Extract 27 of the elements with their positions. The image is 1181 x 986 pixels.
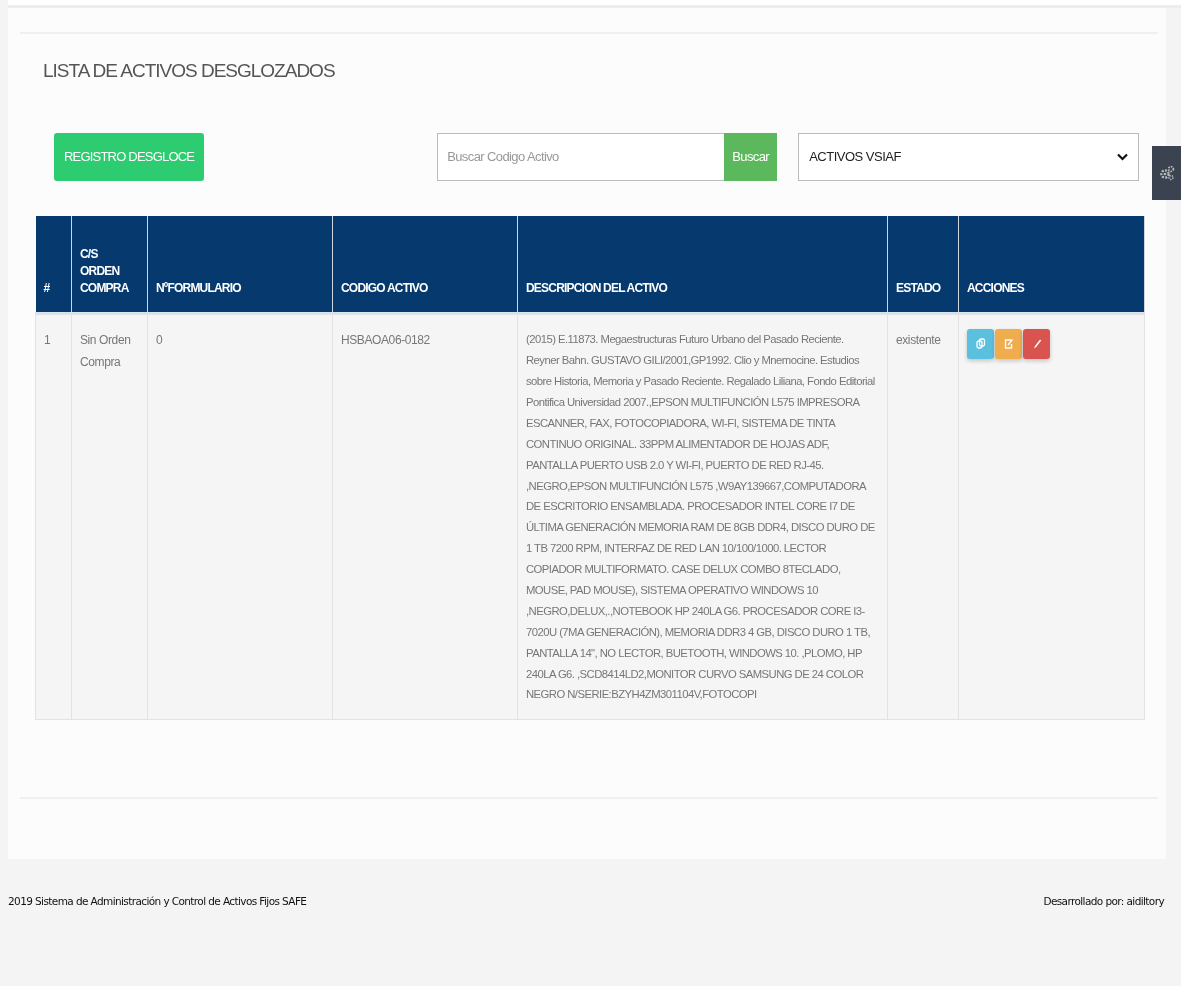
edit-button[interactable] (995, 329, 1022, 360)
table-cell: HSBAOA06-0182 (341, 333, 430, 348)
filter-select[interactable]: ACTIVOS VSIAF (798, 132, 1140, 181)
table-cell: Sin Orden Compra (80, 333, 131, 370)
settings-button[interactable] (1152, 146, 1181, 200)
table-cell: 1 (44, 333, 51, 348)
edit-icon (1002, 338, 1015, 351)
footer-text: 2019 Sistema de Administración y Control de Activos Fijos SAFE (8, 894, 307, 909)
table-cell: (2015) E.11873. Megaestructuras Futuro Urbano del Pasado Reciente. Reyner Bahn. GUSTAVO GILI/2001,GP1992. Clio y Mnemocine. Estudios sobre Historia, Memoria y Pasado Reciente. Regalado Liliana, Fondo Editorial Pontifica Universidad 2007.,EPSON MULTIFUNCIÓN L575 IMPRESORA ESCANNER, FAX, FOTOCOPIADORA, WI-FI, SISTEMA DE TINTA CONTINUO ORIGINAL. 33PPM ALIMENTADOR DE HOJAS ADF, PANTALLA PUERTO USB 2.0 Y WI-FI, PUERTO DE RED RJ-45. ,NEGRO,EPSON MULTIFUNCIÓN L575 ,W9AY139667,COMPUTADORA DE ESCRITORIO ENSAMBLADA. PROCESADOR INTEL CORE I7 DE ÚLTIMA GENERACIÓN MEMORIA RAM DE 8GB DDR4, DISCO DURO DE 1 TB 7200 RPM, INTERFAZ DE RED LAN 10/100/1000. LECTOR COPIADOR MULTIFORMATO. CASE DELUX COMBO 8TECLADO, MOUSE, PAD MOUSE), SISTEMA OPERATIVO WINDOWS 10 ,NEGRO,DELUX,.,NOTEBOOK HP 240LA G6. PROCESADOR CORE I3-7020U (7MA GENERACIÓN), MEMORIA DDR3 4 GB, DISCO DURO 1 TB, PANTALLA 14", NO LECTOR, BUETOOTH, WINDOWS 10. ,PLOMO, HP 240LA G6. ,SCD8414LD2,MONITOR CURVO SAMSUNG DE 24 COLOR NEGRO N/SERIE:BZYH4ZM301104V,FOTOCOPI (526, 333, 875, 701)
footer-credit: Desarrollado por: aidiltory (1043, 894, 1164, 909)
copy-button[interactable] (967, 329, 994, 360)
register-button[interactable]: REGISTRO DESGLOCE (54, 132, 205, 181)
search-field[interactable]: Buscar Codigo Activo (437, 132, 725, 181)
column-header: # (43, 280, 50, 295)
column-header: ACCIONES (967, 280, 1024, 295)
chevron-down-icon (1117, 152, 1129, 161)
delete-button[interactable] (1023, 329, 1050, 360)
search-button[interactable]: Buscar (724, 132, 778, 181)
copy-icon (974, 338, 987, 351)
column-header: DESCRIPCION DEL ACTIVO (526, 280, 668, 295)
column-header: CODIGO ACTIVO (341, 280, 428, 295)
column-header: NºFORMULARIO (156, 280, 241, 295)
column-header: C/S ORDEN COMPRA (80, 246, 129, 295)
table-cell: 0 (156, 333, 163, 348)
table-cell: existente (896, 333, 941, 348)
page-title: LISTA DE ACTIVOS DESGLOZADOS (43, 60, 336, 83)
column-header: ESTADO (896, 280, 941, 295)
